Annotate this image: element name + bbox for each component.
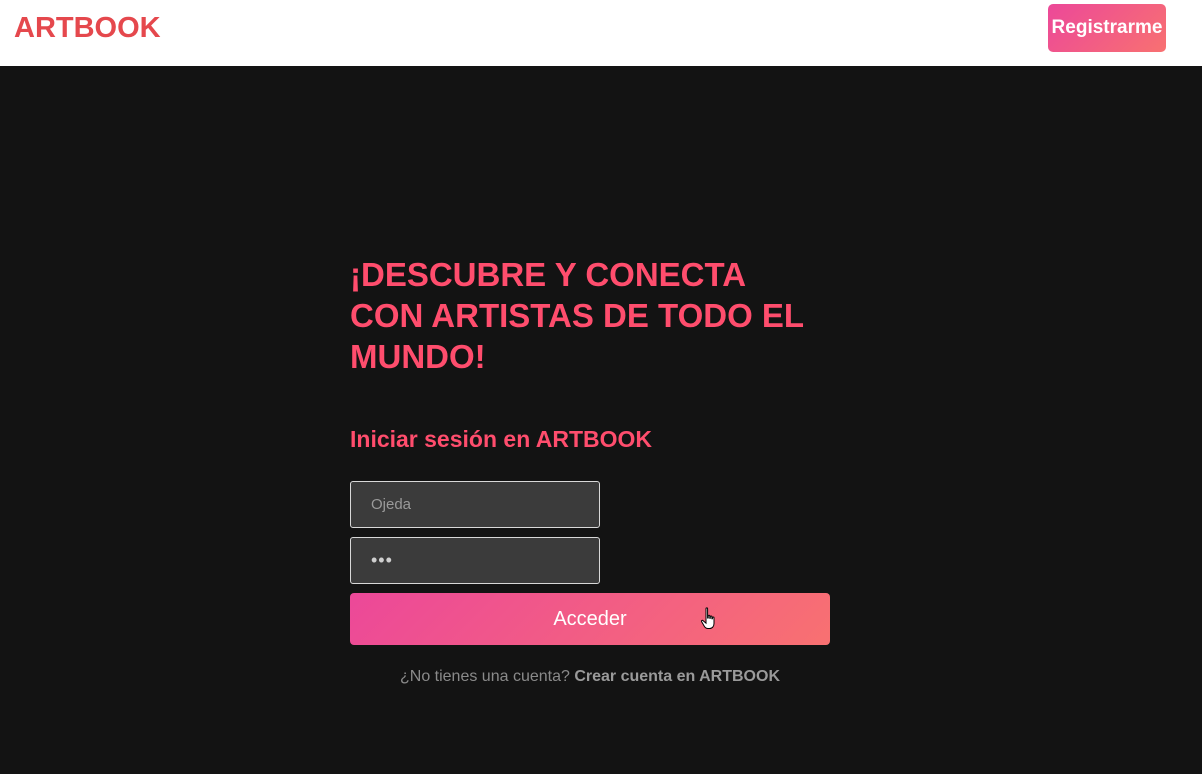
signup-prompt: ¿No tienes una cuenta? Crear cuenta en A… (350, 668, 830, 686)
password-input[interactable] (350, 537, 600, 584)
username-input[interactable] (350, 481, 600, 528)
hand-pointer-icon (700, 607, 715, 629)
hero-headline: ¡DESCUBRE Y CONECTA CON ARTISTAS DE TODO… (350, 256, 804, 375)
no-account-text: ¿No tienes una cuenta? (399, 668, 570, 685)
register-button[interactable]: Registrarme (1048, 4, 1166, 52)
create-account-link[interactable]: Crear cuenta en ARTBOOK (574, 668, 780, 685)
login-title: Iniciar sesión en ARTBOOK (350, 426, 653, 452)
artbook-logo[interactable]: ARTBOOK (14, 12, 161, 45)
login-submit-button[interactable]: Acceder (350, 593, 830, 645)
top-navbar: ARTBOOK Registrarme (0, 0, 1202, 66)
login-section: ¡DESCUBRE Y CONECTA CON ARTISTAS DE TODO… (0, 66, 1202, 774)
